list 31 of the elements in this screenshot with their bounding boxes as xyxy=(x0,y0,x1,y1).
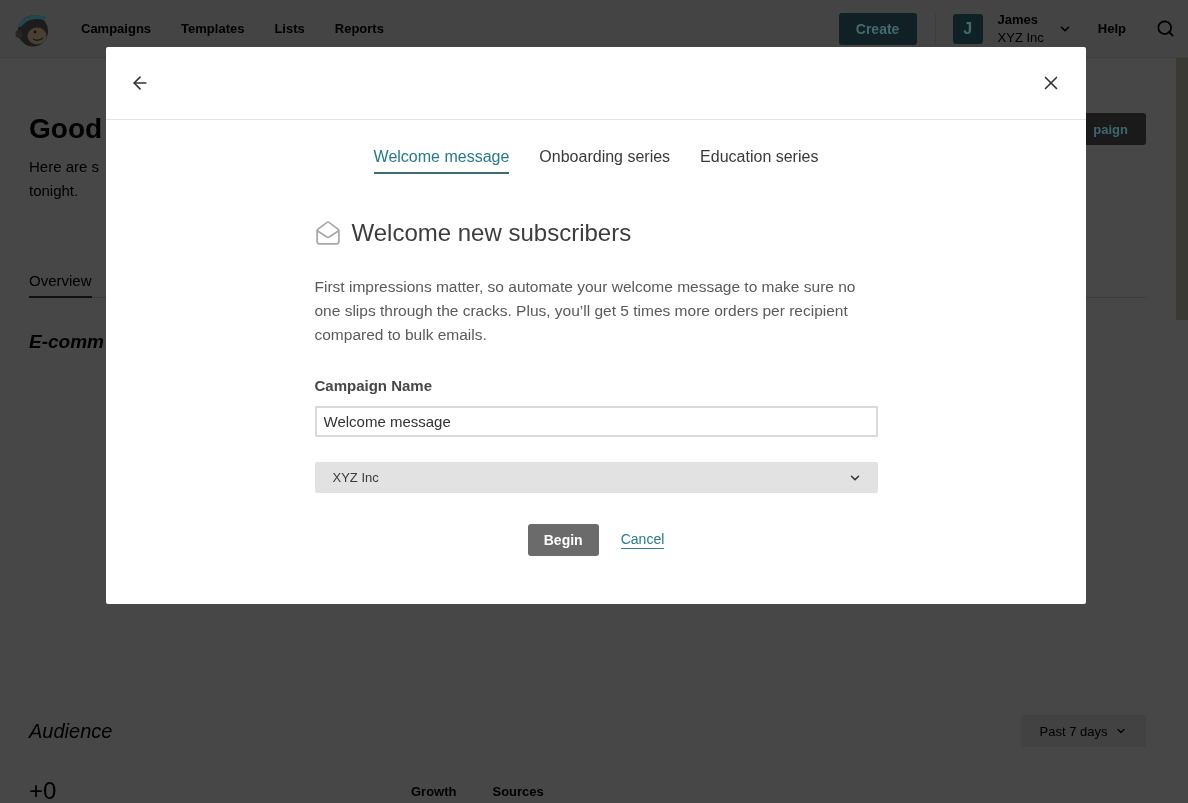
stat-value: +0 xyxy=(29,778,56,803)
dialog-description: First impressions matter, so automate your welcome message to make sure no one slips through the cracks. Plus, you’ll get 5 times more orders per recipient compared to bulk emails. xyxy=(314,277,857,345)
cancel-link[interactable]: Cancel xyxy=(620,531,665,549)
campaign-button[interactable]: paign xyxy=(1086,113,1146,145)
nav-link[interactable]: Templates xyxy=(181,21,245,36)
page-tab[interactable]: Overview xyxy=(29,271,92,298)
section-title: Audience xyxy=(29,719,113,743)
dialog-tab[interactable]: Education series xyxy=(700,147,819,174)
account-name[interactable]: James xyxy=(997,10,1044,29)
nav-link[interactable]: Campaigns xyxy=(81,21,152,36)
search-icon[interactable] xyxy=(1156,19,1175,38)
dialog-tab[interactable]: Onboarding series xyxy=(539,147,671,174)
account-organization: XYZ Inc xyxy=(997,28,1044,47)
help-link[interactable]: Help xyxy=(1097,21,1126,36)
chart-tab[interactable]: Growth xyxy=(411,784,457,800)
nav-link[interactable]: Reports xyxy=(334,21,384,36)
avatar[interactable]: J xyxy=(952,13,983,44)
dialog-tab[interactable]: Welcome message xyxy=(373,147,510,174)
period-dropdown[interactable]: Past 7 days xyxy=(1021,715,1146,747)
create-button[interactable]: Create xyxy=(838,12,917,45)
begin-button[interactable]: Begin xyxy=(527,524,599,556)
account-dropdown[interactable]: XYZ Inc xyxy=(314,462,878,493)
campaign-name-input[interactable]: Welcome message xyxy=(314,406,878,437)
dialog-title: Welcome new subscribers xyxy=(351,218,632,248)
envelope-icon xyxy=(314,220,341,246)
intro-text: Here are s tonight. xyxy=(29,157,100,201)
greeting-heading: Good xyxy=(29,113,103,145)
field-label: Campaign Name xyxy=(314,376,433,396)
section-title: E-comm xyxy=(29,330,104,354)
nav-link[interactable]: Lists xyxy=(274,21,305,36)
chart-tab[interactable]: Sources xyxy=(492,784,544,800)
